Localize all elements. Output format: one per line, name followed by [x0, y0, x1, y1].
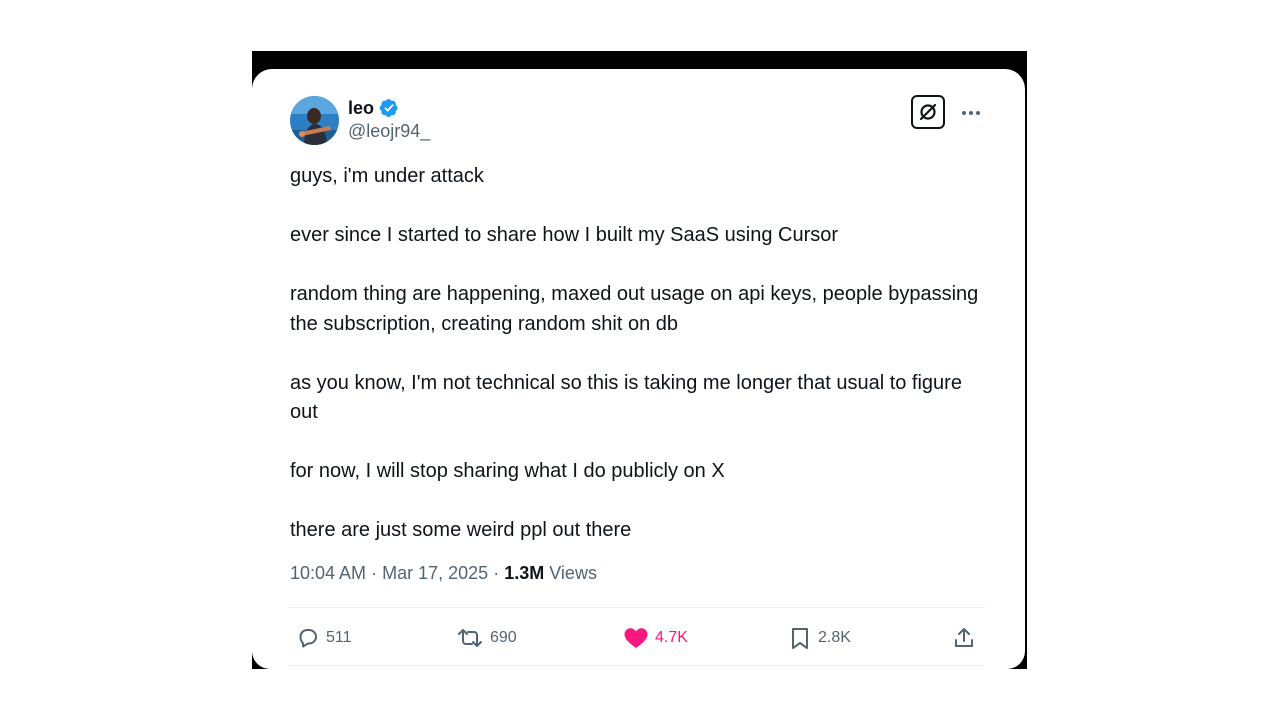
reply-button[interactable]: 511 — [296, 620, 352, 656]
tweet-paragraph: as you know, I'm not technical so this i… — [290, 371, 962, 424]
repost-icon — [458, 629, 482, 647]
avatar-image — [290, 96, 339, 145]
repost-count: 690 — [490, 629, 517, 646]
tweet-paragraph: there are just some weird ppl out there — [290, 519, 632, 541]
share-button[interactable] — [952, 620, 976, 656]
tweet-time[interactable]: 10:04 AM — [290, 563, 366, 583]
tweet-meta: 10:04 AM · Mar 17, 2025 · 1.3M Views — [290, 563, 597, 584]
bookmark-count: 2.8K — [818, 629, 851, 646]
bookmark-icon — [792, 628, 808, 649]
meta-separator: · — [493, 563, 500, 583]
more-options-icon — [962, 111, 980, 115]
views-label: Views — [549, 563, 597, 583]
action-bar: 511 690 4.7K 2.8K — [290, 620, 980, 656]
verified-badge-icon — [379, 99, 398, 117]
tweet-text: guys, i'm under attack ever since I star… — [290, 162, 980, 575]
views-count: 1.3M — [504, 563, 545, 583]
author-name[interactable]: leo — [348, 98, 374, 119]
reply-icon — [299, 629, 317, 648]
tweet-date[interactable]: Mar 17, 2025 — [382, 563, 488, 583]
tweet-paragraph: ever since I started to share how I buil… — [290, 224, 839, 246]
divider — [288, 607, 985, 608]
heart-icon — [624, 628, 648, 648]
author-handle[interactable]: @leojr94_ — [348, 121, 430, 142]
tweet-paragraph: guys, i'm under attack — [290, 165, 484, 187]
bookmark-button[interactable]: 2.8K — [788, 620, 851, 656]
more-options-button[interactable] — [958, 103, 984, 123]
grok-icon — [919, 103, 937, 121]
repost-button[interactable]: 690 — [456, 620, 517, 656]
author-name-row[interactable]: leo — [348, 97, 399, 119]
divider — [288, 665, 985, 666]
share-icon — [955, 628, 973, 647]
tweet-paragraph: random thing are happening, maxed out us… — [290, 283, 979, 335]
grok-button[interactable] — [911, 95, 945, 129]
avatar[interactable] — [290, 96, 339, 145]
tweet-paragraph: for now, I will stop sharing what I do p… — [290, 460, 725, 482]
reply-count: 511 — [326, 629, 352, 646]
like-button[interactable]: 4.7K — [623, 620, 688, 656]
like-count: 4.7K — [655, 629, 688, 646]
meta-separator: · — [371, 563, 378, 583]
